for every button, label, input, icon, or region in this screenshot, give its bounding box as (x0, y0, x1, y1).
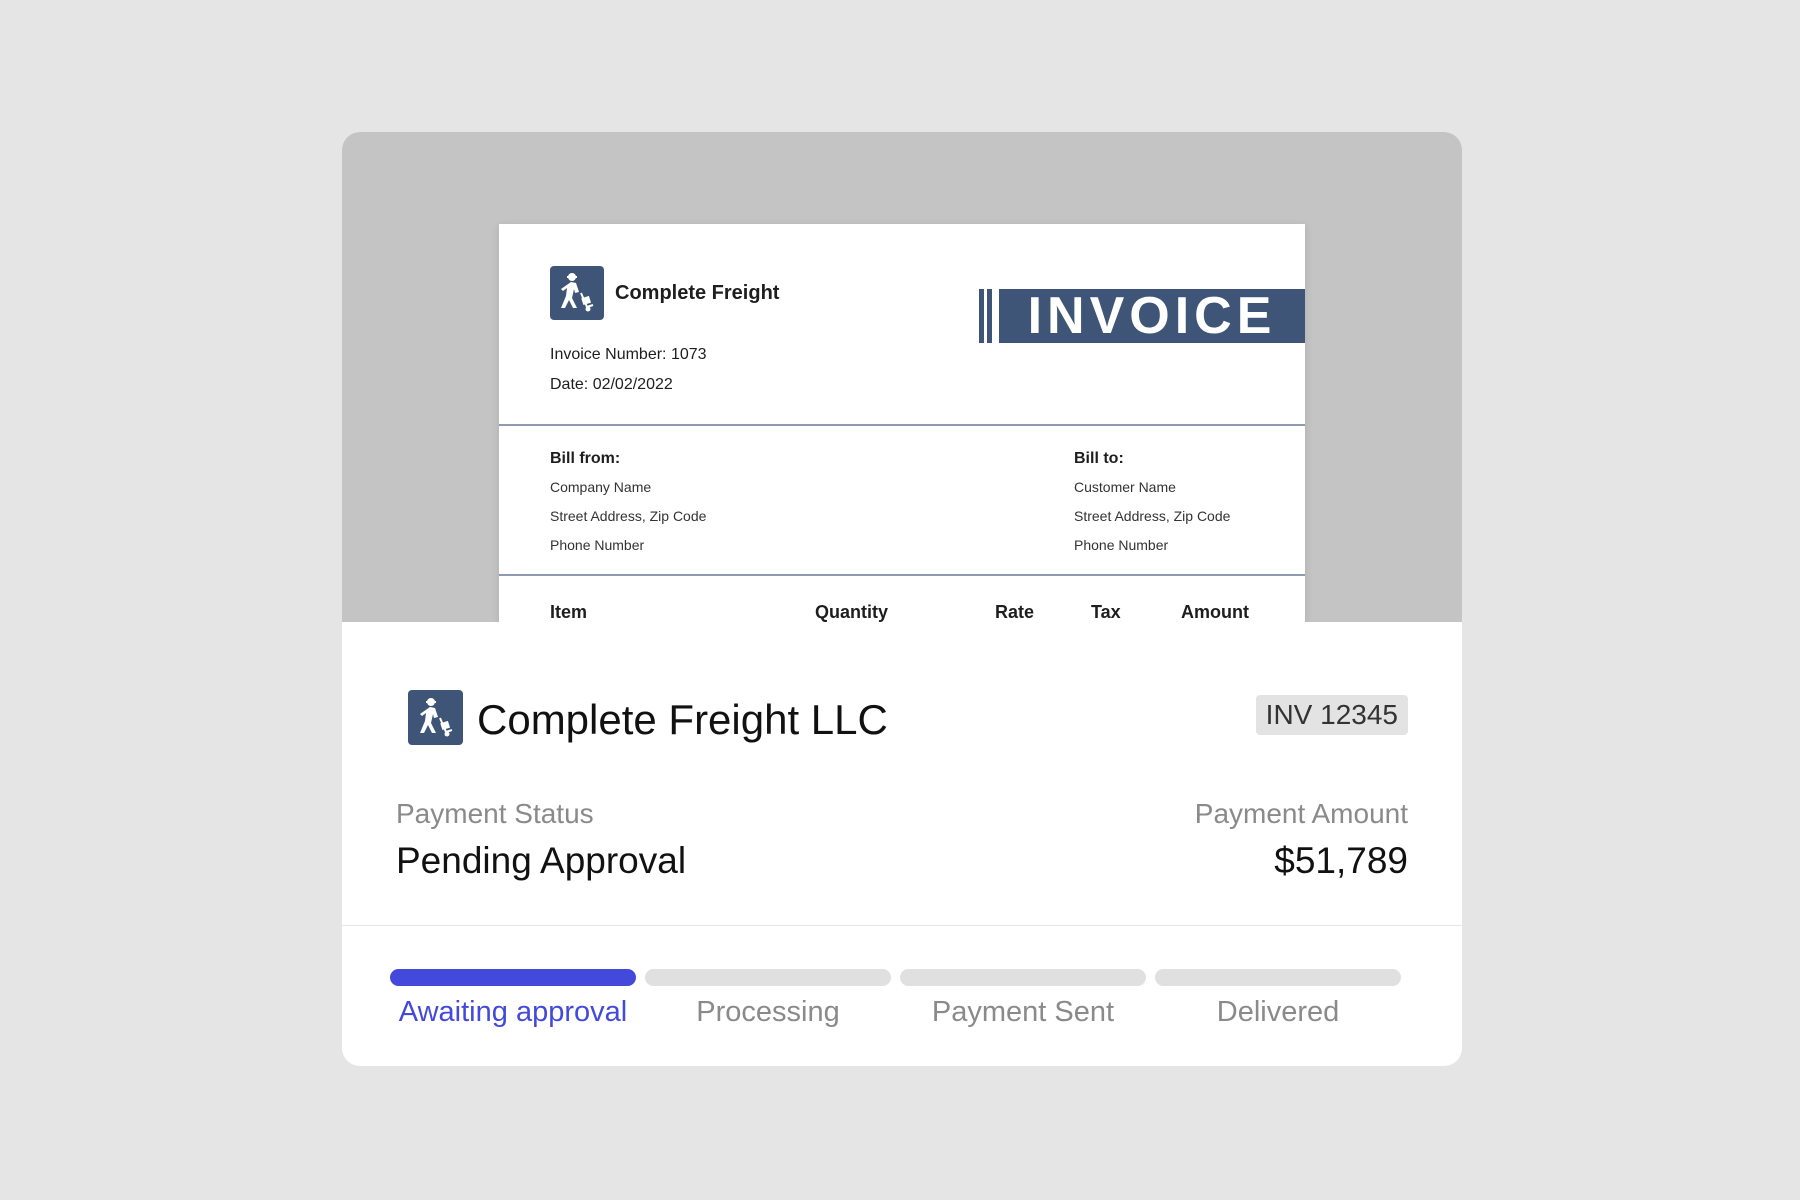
bill-to-heading: Bill to: (1074, 450, 1124, 467)
invoice-summary: Complete Freight LLC INV 12345 Payment S… (342, 622, 1462, 1066)
progress-step-bar (900, 969, 1146, 986)
progress-step-label: Delivered (1216, 996, 1340, 1028)
column-header-amount: Amount (1181, 602, 1249, 622)
invoice-card[interactable]: Complete Freight Invoice Number: 1073 Da… (342, 132, 1462, 1066)
bill-to-line: Street Address, Zip Code (1074, 508, 1231, 524)
doc-company-name: Complete Freight (615, 282, 780, 304)
bill-from-line: Phone Number (550, 537, 645, 553)
column-header-tax: Tax (1091, 602, 1121, 622)
payment-status-label: Payment Status (396, 798, 594, 829)
bill-from-heading: Bill from: (550, 450, 621, 467)
invoice-preview: Complete Freight Invoice Number: 1073 Da… (342, 132, 1462, 622)
doc-divider (499, 424, 1305, 426)
progress-step-bar (645, 969, 891, 986)
summary-divider (342, 925, 1462, 926)
invoice-document: Complete Freight Invoice Number: 1073 Da… (499, 224, 1305, 622)
bill-to-block: Bill to: Customer Name Street Address, Z… (1074, 444, 1230, 560)
bill-from-line: Street Address, Zip Code (550, 508, 707, 524)
doc-invoice-number: Invoice Number: 1073 (550, 346, 707, 363)
invoice-banner: INVOICE (999, 287, 1305, 345)
bill-to-line: Phone Number (1074, 537, 1169, 553)
payment-status-value: Pending Approval (396, 840, 687, 881)
payment-amount-value: $51,789 (1274, 840, 1408, 881)
progress-step-bar (390, 969, 636, 986)
bill-from-line: Company Name (550, 479, 652, 495)
payment-amount-label: Payment Amount (1194, 798, 1408, 829)
progress-step-bar (1155, 969, 1401, 986)
delivery-worker-dolly-icon (408, 690, 463, 745)
bill-from-block: Bill from: Company Name Street Address, … (550, 444, 706, 560)
progress-step-label: Awaiting approval (398, 996, 628, 1028)
column-header-item: Item (550, 602, 588, 622)
bill-to-line: Customer Name (1074, 479, 1176, 495)
progress-step-label: Payment Sent (931, 996, 1115, 1028)
doc-invoice-date: Date: 02/02/2022 (550, 376, 673, 393)
progress-step-label: Processing (696, 996, 840, 1028)
doc-divider (499, 574, 1305, 576)
column-header-quantity: Quantity (815, 602, 889, 622)
invoice-id-badge: INV 12345 (1255, 695, 1408, 735)
column-header-rate: Rate (995, 602, 1035, 622)
company-name: Complete Freight LLC (477, 696, 888, 743)
delivery-worker-dolly-icon (550, 266, 604, 320)
